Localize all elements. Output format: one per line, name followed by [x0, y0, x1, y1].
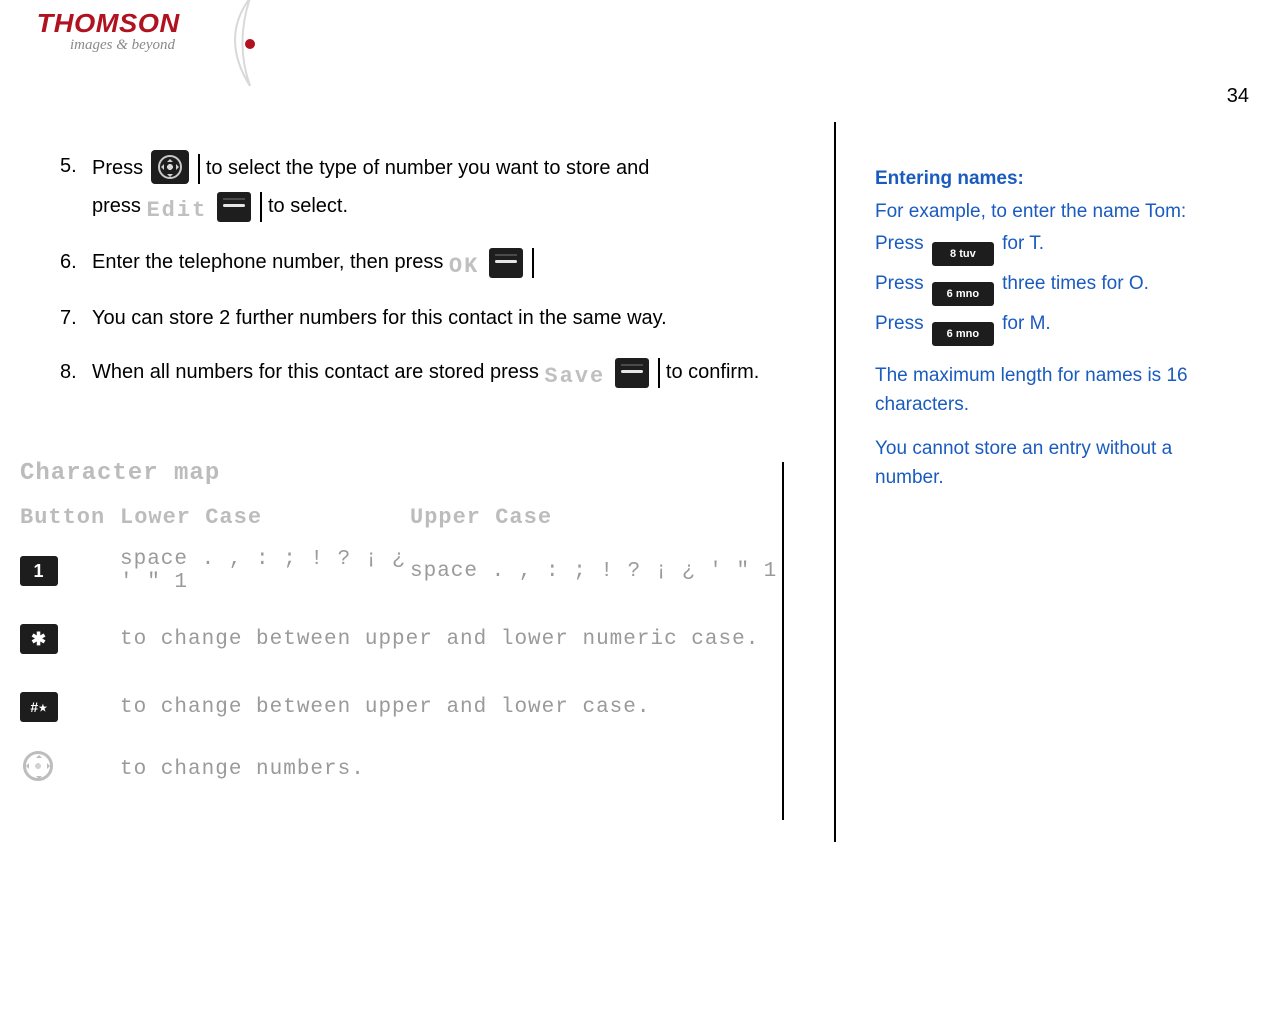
step-number: 5. — [60, 150, 92, 182]
step-text: Enter the telephone number, then press — [92, 251, 449, 273]
sidebar-tip: Entering names: For example, to enter th… — [875, 165, 1205, 508]
charmap-header-button: Button — [20, 505, 120, 530]
page-number: 34 — [1227, 85, 1249, 108]
step-text: to select the type of number you want to… — [206, 157, 650, 179]
sidebar-title: Entering names: — [875, 165, 1205, 194]
separator-icon — [198, 154, 200, 184]
phone-key-6-icon: 6 mno — [932, 282, 994, 306]
brand-logo: THOMSON images & beyond — [40, 8, 270, 54]
phone-key-1-icon: 1 — [20, 556, 58, 586]
sidebar-text: for M. — [1002, 313, 1051, 334]
separator-icon — [532, 248, 534, 278]
step-6: 6. Enter the telephone number, then pres… — [60, 246, 830, 284]
separator-icon — [658, 358, 660, 388]
sidebar-text: three times for O. — [1002, 273, 1149, 294]
step-text: When all numbers for this contact are st… — [92, 361, 544, 383]
softkey-label-ok: OK — [449, 254, 479, 279]
charmap-title: Character map — [20, 460, 780, 487]
vertical-rule-sidebar — [834, 122, 836, 842]
softkey-icon — [217, 192, 251, 222]
dpad-icon — [151, 150, 189, 184]
step-text: to select. — [268, 195, 348, 217]
charmap-row-key1: 1 space . , : ; ! ? ¡ ¿ ' " 1 space . , … — [20, 540, 780, 602]
sidebar-text: Press — [875, 313, 929, 334]
step-text: press — [92, 195, 146, 217]
dotted-rule — [20, 604, 780, 606]
charmap-row-desc: to change numbers. — [120, 758, 780, 781]
vertical-rule-charmap — [782, 462, 784, 820]
sidebar-text: Press — [875, 233, 929, 254]
charmap-lower-chars: space . , : ; ! ? ¡ ¿ ' " 1 — [120, 548, 410, 594]
softkey-label-save: Save — [544, 364, 605, 389]
sidebar-text: for T. — [1002, 233, 1044, 254]
charmap-row-star: ✱ to change between upper and lower nume… — [20, 608, 780, 670]
step-number: 8. — [60, 356, 92, 388]
phone-key-star-icon: ✱ — [20, 624, 58, 654]
dotted-rule — [20, 672, 780, 674]
sidebar-note-maxlen: The maximum length for names is 16 chara… — [875, 362, 1205, 419]
step-7: 7. You can store 2 further numbers for t… — [60, 302, 830, 334]
dotted-rule — [20, 491, 780, 495]
step-number: 7. — [60, 302, 92, 334]
step-text: You can store 2 further numbers for this… — [92, 302, 830, 334]
charmap-header: Button Lower Case Upper Case — [20, 505, 780, 530]
charmap-header-upper: Upper Case — [410, 505, 780, 530]
step-number: 6. — [60, 246, 92, 278]
character-map: Character map Button Lower Case Upper Ca… — [20, 460, 780, 800]
softkey-icon — [489, 248, 523, 278]
charmap-upper-chars: space . , : ; ! ? ¡ ¿ ' " 1 — [410, 560, 780, 583]
logo-brand-text: THOMSON — [37, 8, 180, 39]
sidebar-note-requirenum: You cannot store an entry without a numb… — [875, 435, 1205, 492]
charmap-header-lower: Lower Case — [120, 505, 410, 530]
phone-key-6-icon: 6 mno — [932, 322, 994, 346]
dpad-icon — [20, 750, 58, 782]
separator-icon — [260, 192, 262, 222]
step-text: to confirm. — [666, 361, 759, 383]
logo-tagline: images & beyond — [70, 37, 270, 54]
softkey-label-edit: Edit — [146, 198, 207, 223]
sidebar-line: For example, to enter the name Tom: — [875, 198, 1205, 227]
charmap-row-nav: to change numbers. — [20, 738, 780, 800]
step-text: Press — [92, 157, 149, 179]
step-8: 8. When all numbers for this contact are… — [60, 356, 830, 394]
step-5: 5. Press to select the type of number yo… — [60, 150, 830, 228]
main-content: 5. Press to select the type of number yo… — [60, 150, 830, 413]
phone-key-hash-icon: #⭑ — [20, 692, 58, 722]
phone-key-8-icon: 8 tuv — [932, 242, 994, 266]
charmap-row-desc: to change between upper and lower case. — [120, 696, 780, 719]
charmap-row-desc: to change between upper and lower numeri… — [120, 628, 780, 651]
softkey-icon — [615, 358, 649, 388]
charmap-row-hash: #⭑ to change between upper and lower cas… — [20, 676, 780, 738]
sidebar-text: Press — [875, 273, 929, 294]
